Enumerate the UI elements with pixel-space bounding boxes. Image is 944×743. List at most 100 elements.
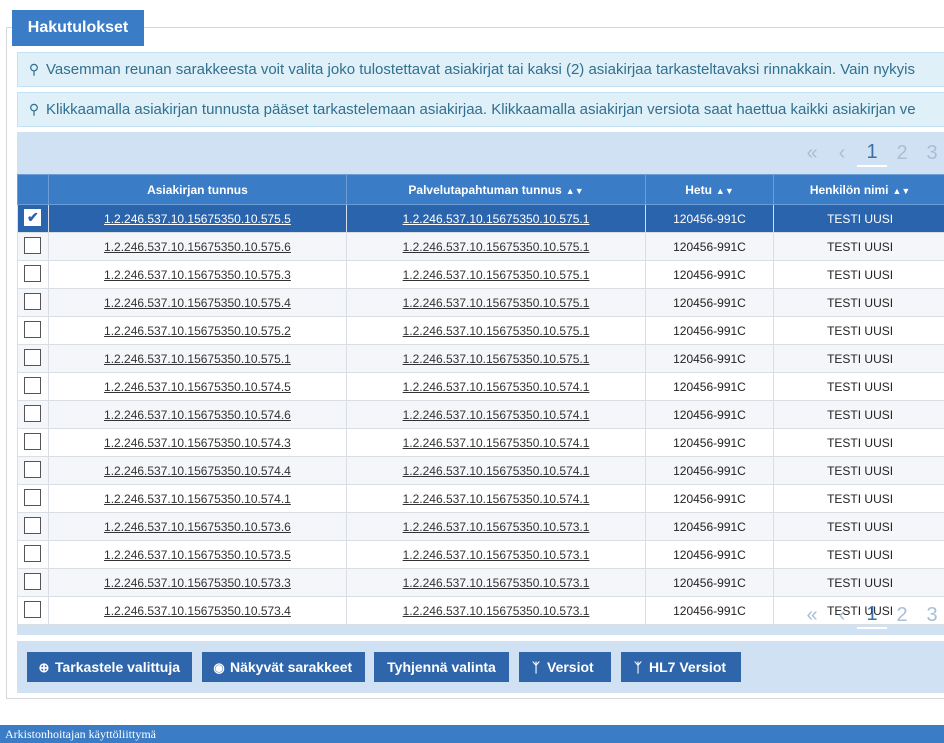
event-id-link[interactable]: 1.2.246.537.10.15675350.10.573.1 bbox=[403, 604, 590, 618]
hetu-cell: 120456-991C bbox=[644, 540, 775, 569]
lightbulb-icon: ⚲ bbox=[28, 61, 40, 77]
hetu-cell: 120456-991C bbox=[644, 596, 775, 625]
table-row[interactable]: 1.2.246.537.10.15675350.10.574.5 1.2.246.… bbox=[17, 372, 944, 401]
document-id-cell: 1.2.246.537.10.15675350.10.574.4 bbox=[47, 456, 348, 485]
row-checkbox[interactable] bbox=[24, 349, 42, 366]
event-id-link[interactable]: 1.2.246.537.10.15675350.10.575.1 bbox=[403, 212, 590, 226]
table-row[interactable]: 1.2.246.537.10.15675350.10.575.3 1.2.246.… bbox=[17, 260, 944, 289]
pager-page-1[interactable]: 1 bbox=[857, 601, 887, 629]
hetu-cell: 120456-991C bbox=[644, 316, 775, 345]
document-id-link[interactable]: 1.2.246.537.10.15675350.10.575.5 bbox=[104, 212, 291, 226]
pager-first-button[interactable]: « bbox=[797, 142, 827, 165]
event-id-link[interactable]: 1.2.246.537.10.15675350.10.575.1 bbox=[403, 268, 590, 282]
document-id-link[interactable]: 1.2.246.537.10.15675350.10.573.6 bbox=[104, 520, 291, 534]
hl7-versions-button[interactable]: ᛉ HL7 Versiot bbox=[621, 652, 741, 682]
document-id-link[interactable]: 1.2.246.537.10.15675350.10.573.5 bbox=[104, 548, 291, 562]
document-id-link[interactable]: 1.2.246.537.10.15675350.10.574.5 bbox=[104, 380, 291, 394]
row-select-cell bbox=[17, 400, 49, 429]
row-checkbox[interactable] bbox=[24, 545, 42, 562]
row-checkbox[interactable] bbox=[24, 237, 42, 254]
row-checkbox[interactable] bbox=[24, 377, 42, 394]
event-id-link[interactable]: 1.2.246.537.10.15675350.10.574.1 bbox=[403, 408, 590, 422]
pager-first-button[interactable]: « bbox=[797, 604, 827, 627]
person-name-cell: TESTI UUSI bbox=[773, 316, 944, 345]
table-row[interactable]: 1.2.246.537.10.15675350.10.575.1 1.2.246.… bbox=[17, 344, 944, 373]
document-id-link[interactable]: 1.2.246.537.10.15675350.10.575.1 bbox=[104, 352, 291, 366]
event-id-cell: 1.2.246.537.10.15675350.10.574.1 bbox=[346, 484, 646, 513]
table-row[interactable]: 1.2.246.537.10.15675350.10.573.5 1.2.246.… bbox=[17, 540, 944, 569]
pager-prev-button[interactable]: ‹ bbox=[827, 604, 857, 627]
pager-top: « ‹ 1 2 3 bbox=[797, 133, 944, 173]
event-id-link[interactable]: 1.2.246.537.10.15675350.10.574.1 bbox=[403, 380, 590, 394]
row-checkbox[interactable] bbox=[24, 265, 42, 282]
event-id-link[interactable]: 1.2.246.537.10.15675350.10.575.1 bbox=[403, 296, 590, 310]
row-checkbox[interactable] bbox=[24, 489, 42, 506]
event-id-link[interactable]: 1.2.246.537.10.15675350.10.573.1 bbox=[403, 548, 590, 562]
table-row[interactable]: 1.2.246.537.10.15675350.10.574.1 1.2.246.… bbox=[17, 484, 944, 513]
table-row[interactable]: 1.2.246.537.10.15675350.10.574.3 1.2.246.… bbox=[17, 428, 944, 457]
column-header-hetu[interactable]: Hetu ▲▼ bbox=[644, 174, 775, 205]
pager-page-3[interactable]: 3 bbox=[917, 142, 944, 165]
document-id-cell: 1.2.246.537.10.15675350.10.574.1 bbox=[47, 484, 348, 513]
column-header-document-id[interactable]: Asiakirjan tunnus bbox=[47, 174, 348, 205]
table-row[interactable]: 1.2.246.537.10.15675350.10.573.3 1.2.246.… bbox=[17, 568, 944, 597]
row-checkbox[interactable] bbox=[24, 601, 42, 618]
row-checkbox[interactable] bbox=[24, 293, 42, 310]
row-checkbox[interactable] bbox=[24, 573, 42, 590]
column-header-name[interactable]: Henkilön nimi ▲▼ bbox=[773, 174, 944, 205]
document-id-link[interactable]: 1.2.246.537.10.15675350.10.575.4 bbox=[104, 296, 291, 310]
table-row[interactable]: 1.2.246.537.10.15675350.10.574.4 1.2.246.… bbox=[17, 456, 944, 485]
row-checkbox[interactable] bbox=[24, 321, 42, 338]
table-row[interactable]: 1.2.246.537.10.15675350.10.573.6 1.2.246.… bbox=[17, 512, 944, 541]
document-id-link[interactable]: 1.2.246.537.10.15675350.10.573.4 bbox=[104, 604, 291, 618]
document-id-link[interactable]: 1.2.246.537.10.15675350.10.574.3 bbox=[104, 436, 291, 450]
pager-page-1[interactable]: 1 bbox=[857, 139, 887, 167]
visible-columns-button[interactable]: ◉ Näkyvät sarakkeet bbox=[202, 652, 365, 682]
document-id-link[interactable]: 1.2.246.537.10.15675350.10.575.2 bbox=[104, 324, 291, 338]
row-select-cell bbox=[17, 232, 49, 261]
event-id-cell: 1.2.246.537.10.15675350.10.574.1 bbox=[346, 456, 646, 485]
event-id-link[interactable]: 1.2.246.537.10.15675350.10.574.1 bbox=[403, 492, 590, 506]
pager-page-3[interactable]: 3 bbox=[917, 604, 944, 627]
document-id-cell: 1.2.246.537.10.15675350.10.574.3 bbox=[47, 428, 348, 457]
table-row[interactable]: 1.2.246.537.10.15675350.10.575.2 1.2.246.… bbox=[17, 316, 944, 345]
hetu-cell: 120456-991C bbox=[644, 428, 775, 457]
row-checkbox[interactable] bbox=[24, 405, 42, 422]
person-name-cell: TESTI UUSI bbox=[773, 344, 944, 373]
row-checkbox[interactable] bbox=[24, 461, 42, 478]
row-select-cell bbox=[17, 344, 49, 373]
hetu-cell: 120456-991C bbox=[644, 568, 775, 597]
document-id-link[interactable]: 1.2.246.537.10.15675350.10.575.6 bbox=[104, 240, 291, 254]
document-id-link[interactable]: 1.2.246.537.10.15675350.10.574.6 bbox=[104, 408, 291, 422]
pager-prev-button[interactable]: ‹ bbox=[827, 142, 857, 165]
pager-page-2[interactable]: 2 bbox=[887, 604, 917, 627]
action-toolbar: ⊕ Tarkastele valittuja ◉ Näkyvät sarakkeet… bbox=[17, 641, 944, 693]
event-id-link[interactable]: 1.2.246.537.10.15675350.10.575.1 bbox=[403, 240, 590, 254]
row-checkbox[interactable]: ✔ bbox=[24, 209, 42, 226]
document-id-cell: 1.2.246.537.10.15675350.10.575.2 bbox=[47, 316, 348, 345]
clear-selection-button[interactable]: Tyhjennä valinta bbox=[374, 652, 509, 682]
event-id-link[interactable]: 1.2.246.537.10.15675350.10.574.1 bbox=[403, 436, 590, 450]
event-id-link[interactable]: 1.2.246.537.10.15675350.10.575.1 bbox=[403, 352, 590, 366]
event-id-link[interactable]: 1.2.246.537.10.15675350.10.573.1 bbox=[403, 576, 590, 590]
table-row[interactable]: ✔ 1.2.246.537.10.15675350.10.575.5 1.2.246… bbox=[17, 204, 944, 233]
view-selected-button[interactable]: ⊕ Tarkastele valittuja bbox=[27, 652, 192, 682]
person-name-cell: TESTI UUSI bbox=[773, 512, 944, 541]
table-row[interactable]: 1.2.246.537.10.15675350.10.574.6 1.2.246.… bbox=[17, 400, 944, 429]
event-id-link[interactable]: 1.2.246.537.10.15675350.10.575.1 bbox=[403, 324, 590, 338]
table-row[interactable]: 1.2.246.537.10.15675350.10.575.6 1.2.246.… bbox=[17, 232, 944, 261]
document-id-link[interactable]: 1.2.246.537.10.15675350.10.573.3 bbox=[104, 576, 291, 590]
event-id-link[interactable]: 1.2.246.537.10.15675350.10.574.1 bbox=[403, 464, 590, 478]
pager-page-2[interactable]: 2 bbox=[887, 142, 917, 165]
row-select-cell bbox=[17, 540, 49, 569]
column-header-event-id[interactable]: Palvelutapahtuman tunnus ▲▼ bbox=[346, 174, 646, 205]
document-id-link[interactable]: 1.2.246.537.10.15675350.10.574.4 bbox=[104, 464, 291, 478]
event-id-link[interactable]: 1.2.246.537.10.15675350.10.573.1 bbox=[403, 520, 590, 534]
footer-app-name: Arkistonhoitajan käyttöliittymä bbox=[0, 725, 944, 743]
table-row[interactable]: 1.2.246.537.10.15675350.10.575.4 1.2.246.… bbox=[17, 288, 944, 317]
document-id-link[interactable]: 1.2.246.537.10.15675350.10.574.1 bbox=[104, 492, 291, 506]
row-checkbox[interactable] bbox=[24, 517, 42, 534]
document-id-link[interactable]: 1.2.246.537.10.15675350.10.575.3 bbox=[104, 268, 291, 282]
versions-button[interactable]: ᛉ Versiot bbox=[519, 652, 611, 682]
row-checkbox[interactable] bbox=[24, 433, 42, 450]
